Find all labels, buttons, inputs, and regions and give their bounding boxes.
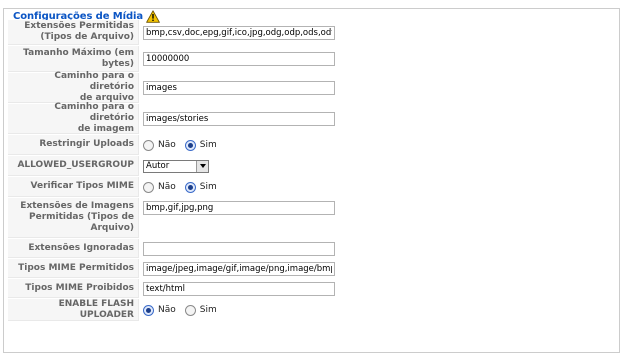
- label-image-path-line1: Caminho para o diretório: [54, 102, 134, 123]
- value-allowed-extensions: [139, 20, 619, 45]
- label-image-extensions-line1: Extensões de Imagens: [20, 201, 134, 211]
- label-image-extensions: Extensões de Imagens Permitidas (Tipos d…: [8, 198, 139, 238]
- restrict-uploads-yes-radio[interactable]: [184, 139, 196, 151]
- label-image-path: Caminho para o diretório de imagem: [8, 102, 139, 134]
- value-restrict-uploads: Não Sim: [139, 135, 619, 155]
- ignored-extensions-input[interactable]: [143, 241, 335, 256]
- flash-uploader-yes-radio[interactable]: [184, 304, 196, 316]
- value-image-extensions: [139, 198, 619, 238]
- label-file-path: Caminho para o diretório de arquivo: [8, 71, 139, 103]
- label-check-mime: Verificar Tipos MIME: [8, 177, 139, 197]
- value-allowed-usergroup: Autor: [139, 156, 619, 176]
- value-ignored-extensions: [139, 239, 619, 258]
- row-image-path: Caminho para o diretório de imagem: [8, 102, 619, 134]
- image-path-input[interactable]: [143, 112, 335, 126]
- row-allowed-mime: Tipos MIME Permitidos: [8, 259, 619, 278]
- flash-uploader-radio-group: Não Sim: [143, 304, 226, 316]
- flash-uploader-no-label[interactable]: Não: [158, 305, 176, 315]
- row-ignored-extensions: Extensões Ignoradas: [8, 239, 619, 258]
- row-check-mime: Verificar Tipos MIME Não Sim: [8, 177, 619, 197]
- row-allowed-extensions: Extensões Permitidas (Tipos de Arquivo): [8, 20, 619, 45]
- usergroup-select[interactable]: Autor: [143, 159, 209, 173]
- row-file-path: Caminho para o diretório de arquivo: [8, 71, 619, 103]
- restrict-uploads-no-radio[interactable]: [143, 139, 154, 151]
- label-max-size-line1: Tamanho Máximo (em: [23, 47, 134, 58]
- check-mime-no-label[interactable]: Não: [158, 182, 176, 192]
- label-max-size-line2: bytes): [101, 58, 134, 69]
- label-allowed-extensions: Extensões Permitidas (Tipos de Arquivo): [8, 20, 139, 45]
- value-max-size: [139, 46, 619, 72]
- restrict-uploads-radio-group: Não Sim: [143, 139, 226, 151]
- row-flash-uploader: ENABLE FLASH UPLOADER Não Sim: [8, 299, 619, 321]
- check-mime-yes-radio[interactable]: [184, 181, 196, 193]
- row-image-extensions: Extensões de Imagens Permitidas (Tipos d…: [8, 198, 619, 238]
- value-forbidden-mime: [139, 279, 619, 298]
- allowed-extensions-input[interactable]: [143, 25, 335, 40]
- check-mime-radio-group: Não Sim: [143, 181, 226, 193]
- label-allowed-extensions-line2: (Tipos de Arquivo): [40, 32, 134, 42]
- restrict-uploads-no-label[interactable]: Não: [158, 140, 176, 150]
- check-mime-no-radio[interactable]: [143, 181, 154, 193]
- forbidden-mime-input[interactable]: [143, 281, 335, 296]
- settings-table: Extensões Permitidas (Tipos de Arquivo) …: [8, 20, 619, 322]
- label-image-path-line2: de imagem: [77, 124, 134, 134]
- row-restrict-uploads: Restringir Uploads Não Sim: [8, 135, 619, 155]
- value-allowed-mime: [139, 259, 619, 278]
- label-image-extensions-line2: Permitidas (Tipos de: [29, 212, 134, 222]
- chevron-down-icon[interactable]: [196, 160, 208, 172]
- max-size-input[interactable]: [143, 52, 335, 66]
- label-forbidden-mime: Tipos MIME Proibidos: [8, 279, 139, 298]
- file-path-input[interactable]: [143, 81, 335, 95]
- label-file-path-line1: Caminho para o diretório: [54, 71, 134, 92]
- restrict-uploads-yes-label[interactable]: Sim: [200, 140, 217, 150]
- image-extensions-input[interactable]: [143, 201, 335, 215]
- value-flash-uploader: Não Sim: [139, 299, 619, 321]
- value-image-path: [139, 104, 619, 134]
- label-image-extensions-line3: Arquivo): [90, 223, 134, 233]
- usergroup-select-value: Autor: [146, 161, 170, 171]
- row-forbidden-mime: Tipos MIME Proibidos: [8, 279, 619, 298]
- allowed-mime-input[interactable]: [143, 261, 335, 276]
- check-mime-yes-label[interactable]: Sim: [200, 182, 217, 192]
- label-ignored-extensions: Extensões Ignoradas: [8, 239, 139, 258]
- value-check-mime: Não Sim: [139, 177, 619, 197]
- row-allowed-usergroup: ALLOWED_USERGROUP Autor: [8, 156, 619, 176]
- label-flash-uploader: ENABLE FLASH UPLOADER: [8, 299, 139, 321]
- flash-uploader-yes-label[interactable]: Sim: [200, 305, 217, 315]
- label-allowed-mime: Tipos MIME Permitidos: [8, 259, 139, 278]
- row-max-size: Tamanho Máximo (em bytes): [8, 46, 619, 72]
- flash-uploader-no-radio[interactable]: [143, 304, 154, 316]
- value-file-path: [139, 73, 619, 103]
- label-max-size: Tamanho Máximo (em bytes): [8, 46, 139, 72]
- label-allowed-usergroup: ALLOWED_USERGROUP: [8, 156, 139, 176]
- label-restrict-uploads: Restringir Uploads: [8, 135, 139, 155]
- label-allowed-extensions-line1: Extensões Permitidas: [24, 21, 134, 31]
